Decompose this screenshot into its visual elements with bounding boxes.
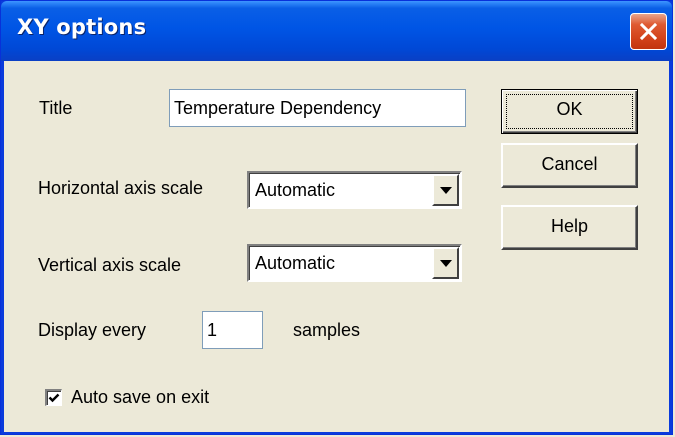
dialog-body: Title Horizontal axis scale Automatic Ve… [4,61,669,432]
auto-save-label[interactable]: Auto save on exit [71,387,209,408]
vertical-dropdown-button[interactable] [432,247,459,279]
help-button[interactable]: Help [501,205,638,250]
ok-button[interactable]: OK [501,89,638,134]
checkmark-icon [48,393,60,403]
chevron-down-icon [440,187,452,194]
cancel-button-label: Cancel [541,154,598,174]
dialog-window: XY options Title Horizontal axis scale A… [0,0,673,435]
horizontal-dropdown-button[interactable] [432,174,459,206]
vertical-axis-select[interactable]: Automatic [247,244,462,282]
samples-label: samples [293,320,361,340]
title-bar[interactable]: XY options [1,1,672,61]
title-input[interactable] [169,89,466,127]
vertical-axis-label: Vertical axis scale [38,255,182,275]
chevron-down-icon [440,260,452,267]
window-title: XY options [17,15,147,39]
close-button[interactable] [630,13,667,50]
horizontal-axis-value: Automatic [255,180,336,200]
help-button-label: Help [550,216,589,236]
close-icon [639,22,658,41]
horizontal-axis-select[interactable]: Automatic [247,171,462,209]
ok-button-label: OK [556,99,583,119]
vertical-axis-value: Automatic [255,253,336,273]
title-label: Title [39,98,73,118]
horizontal-axis-label: Horizontal axis scale [38,178,204,198]
auto-save-checkbox[interactable] [45,389,62,406]
display-every-label: Display every [38,320,147,340]
cancel-button[interactable]: Cancel [501,143,638,188]
display-every-input[interactable] [202,311,263,349]
